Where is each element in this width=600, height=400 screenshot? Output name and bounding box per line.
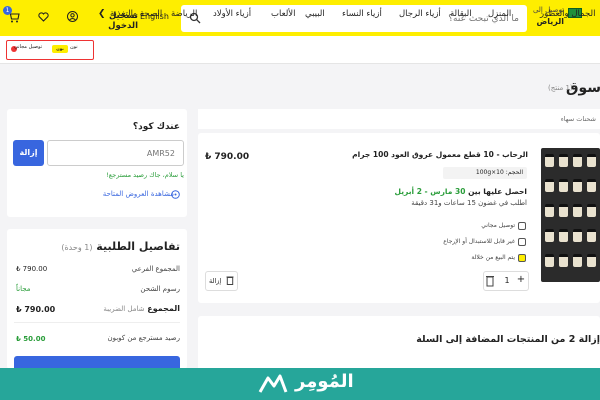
delivery-prefix: احصل عليها بين: [468, 187, 527, 196]
nav-item-health[interactable]: الصحة والتغذية: [110, 9, 162, 19]
nav-item-women[interactable]: أزياء النساء: [342, 9, 382, 19]
watermark-text: المُومِر: [295, 371, 354, 392]
total-value: ₺ 790.00: [16, 305, 56, 314]
noon-logo: نون: [52, 45, 68, 53]
product-jar-image: [545, 254, 554, 267]
summary-divider: [14, 322, 180, 323]
feature-free-delivery: توصيل مجاني: [481, 222, 515, 229]
refund-label: رصيد مسترجع من كوبون: [107, 334, 180, 342]
product-jar-image: [587, 154, 596, 167]
product-jar-image: [587, 179, 596, 192]
coupon-remove-button[interactable]: إزالة: [13, 140, 44, 166]
truck-icon: [518, 222, 526, 230]
added-products-section: [198, 316, 600, 376]
delivery-dates: 30 مارس - 2 أبريل: [394, 187, 466, 196]
trash-icon[interactable]: [226, 275, 234, 285]
summary-title: تفاصيل الطلبية (1 وحدة): [61, 240, 180, 253]
nav-item-beauty[interactable]: الجمال والعطور: [540, 9, 595, 19]
brand-logo-icon: [258, 374, 288, 393]
promo-banner[interactable]: [6, 40, 94, 60]
coupon-field[interactable]: [47, 140, 184, 166]
remove-item-label[interactable]: إزالة: [209, 277, 221, 285]
nav-item-men[interactable]: أزياء الرجال: [399, 9, 441, 19]
shipping-value: مجاناً: [16, 285, 31, 293]
offer-tag-icon[interactable]: [171, 190, 180, 199]
nav-item-baby[interactable]: البيبي: [305, 9, 325, 19]
nav-item-kids[interactable]: أزياء الأولاد: [213, 9, 251, 19]
seller-icon: [518, 254, 526, 262]
product-jar-image: [573, 154, 582, 167]
refund-value: ₺ 50.00: [16, 335, 46, 343]
product-jar-image: [545, 229, 554, 242]
total-tax-note: شامل الضريبة: [103, 305, 145, 313]
subtotal-label: المجموع الفرعي: [131, 265, 180, 273]
shipment-strip-text: شحنات سهاء: [560, 115, 596, 123]
product-jar-image: [559, 204, 568, 217]
product-jar-image: [545, 179, 554, 192]
summary-unit-count: (1 وحدة): [61, 243, 93, 252]
no-return-icon: [518, 238, 526, 246]
feature-sold-by: يتم البيع من خلالة: [471, 254, 515, 261]
total-label-text: المجموع: [147, 304, 180, 313]
heart-icon[interactable]: [38, 12, 49, 22]
cart-count-badge: 1: [3, 6, 12, 15]
product-size-chip: الحجم: 100g×10: [443, 167, 527, 179]
product-jar-image: [559, 154, 568, 167]
nav-item-grocery[interactable]: البقالة: [450, 9, 472, 19]
coupon-input[interactable]: [48, 141, 183, 166]
trash-icon[interactable]: [485, 274, 495, 287]
nav-item-toys[interactable]: الألعاب: [271, 9, 296, 19]
quantity-plus-button[interactable]: +: [516, 274, 526, 285]
feature-no-return: غير قابل للاستبدال أو الإرجاع: [443, 238, 515, 245]
promo-tag: نون: [70, 44, 78, 50]
product-jar-image: [587, 254, 596, 267]
user-icon[interactable]: [67, 11, 78, 22]
summary-title-text: تفاصيل الطلبية: [96, 240, 180, 253]
order-countdown: اطلب في غضون 15 ساعات و31 دقيقة: [411, 199, 527, 207]
promo-label: توصيل مجاني: [14, 44, 43, 50]
nav-item-home[interactable]: المنزل: [488, 9, 511, 19]
product-jar-image: [559, 179, 568, 192]
product-jar-image: [573, 229, 582, 242]
product-jar-image: [559, 254, 568, 267]
view-offers-link[interactable]: مشاهدة العروض المتاحة: [34, 190, 174, 198]
product-jar-image: [573, 254, 582, 267]
product-jar-image: [573, 179, 582, 192]
shipment-strip: شحنات سهاء: [198, 109, 600, 129]
product-jar-image: [573, 204, 582, 217]
product-jar-image: [545, 154, 554, 167]
product-jar-image: [545, 204, 554, 217]
chevron-left-icon[interactable]: ❮: [98, 9, 106, 19]
product-jar-image: [587, 204, 596, 217]
product-image[interactable]: [541, 148, 600, 282]
item-count: (1 منتج): [548, 84, 573, 92]
quantity-value: 1: [504, 276, 510, 285]
product-title[interactable]: الرحاب - 10 قطع معمول عروق العود 100 جرا…: [238, 150, 528, 159]
coupon-success-note: يا سلام، جاك رصيد مسترجع!: [106, 171, 184, 179]
coupon-title: عندك كود؟: [132, 122, 180, 132]
total-label: المجموع شامل الضريبة: [103, 304, 180, 313]
subtotal-value: ₺ 790.00: [16, 265, 48, 273]
nav-item-sports[interactable]: الرياضة: [171, 9, 197, 19]
shipping-label: رسوم الشحن: [140, 285, 180, 293]
product-price: ₺ 790.00: [205, 152, 250, 162]
product-jar-image: [559, 229, 568, 242]
added-products-title: إزالة 2 من المنتجات المضافة إلى السلة: [416, 334, 600, 345]
delivery-estimate: احصل عليها بين 30 مارس - 2 أبريل: [300, 187, 527, 196]
product-jar-image: [587, 229, 596, 242]
